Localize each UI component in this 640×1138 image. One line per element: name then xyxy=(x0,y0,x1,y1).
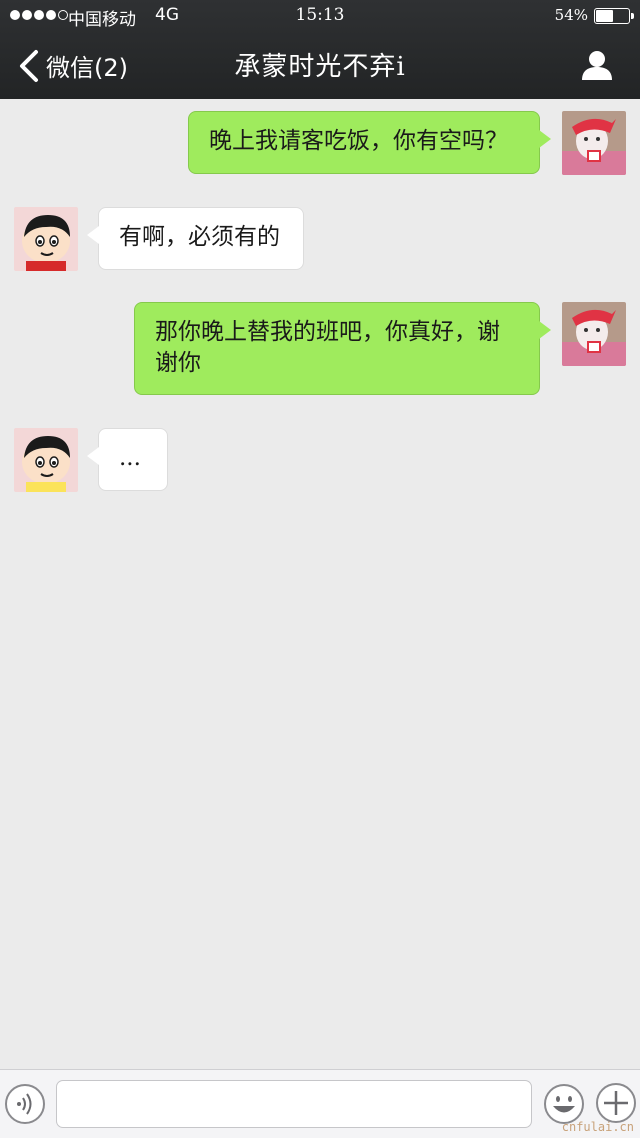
battery-level xyxy=(596,10,613,22)
more-options-button[interactable] xyxy=(596,1083,636,1123)
contact-avatar[interactable] xyxy=(14,428,78,492)
person-icon[interactable] xyxy=(580,49,614,81)
watermark: cnfulai.cn xyxy=(561,1120,634,1134)
plus-icon xyxy=(604,1091,628,1115)
status-bar: 中国移动 4G 15:13 54% xyxy=(0,0,640,32)
message-text: 有啊，必须有的 xyxy=(119,224,280,250)
message-list[interactable]: 晚上我请客吃饭，你有空吗？ 有啊，必须有的 那你晚上替我的班吧，你真好，谢谢你 … xyxy=(0,99,640,1069)
outgoing-message-bubble[interactable]: 晚上我请客吃饭，你有空吗？ xyxy=(188,111,551,174)
my-avatar[interactable] xyxy=(562,111,626,175)
input-toolbar xyxy=(0,1069,640,1138)
voice-input-button[interactable] xyxy=(5,1084,45,1124)
chat-title: 承蒙时光不弃i xyxy=(234,52,406,82)
message-text: ... xyxy=(119,445,141,471)
message-text: 晚上我请客吃饭，你有空吗？ xyxy=(209,128,508,154)
incoming-message-bubble[interactable]: 有啊，必须有的 xyxy=(87,207,304,270)
message-input[interactable] xyxy=(56,1080,532,1128)
top-bar: 中国移动 4G 15:13 54% 微信(2) 承蒙时光不弃i xyxy=(0,0,640,99)
battery-percent: 54% xyxy=(554,6,588,24)
girl-avatar-image xyxy=(562,111,626,175)
nav-bar: 微信(2) 承蒙时光不弃i xyxy=(0,32,640,99)
voice-icon xyxy=(17,1093,32,1115)
outgoing-message-bubble[interactable]: 那你晚上替我的班吧，你真好，谢谢你 xyxy=(134,302,551,395)
contact-avatar[interactable] xyxy=(14,207,78,271)
emoji-button[interactable] xyxy=(543,1083,585,1125)
message-text: 那你晚上替我的班吧，你真好，谢谢你 xyxy=(155,319,500,376)
cartoon-boy-avatar-image xyxy=(14,207,78,271)
battery-icon xyxy=(594,8,634,24)
incoming-message-bubble[interactable]: ... xyxy=(87,428,168,491)
status-time: 15:13 xyxy=(295,5,345,25)
girl-avatar-image xyxy=(562,302,626,366)
my-avatar[interactable] xyxy=(562,302,626,366)
cartoon-boy-avatar-image xyxy=(14,428,78,492)
